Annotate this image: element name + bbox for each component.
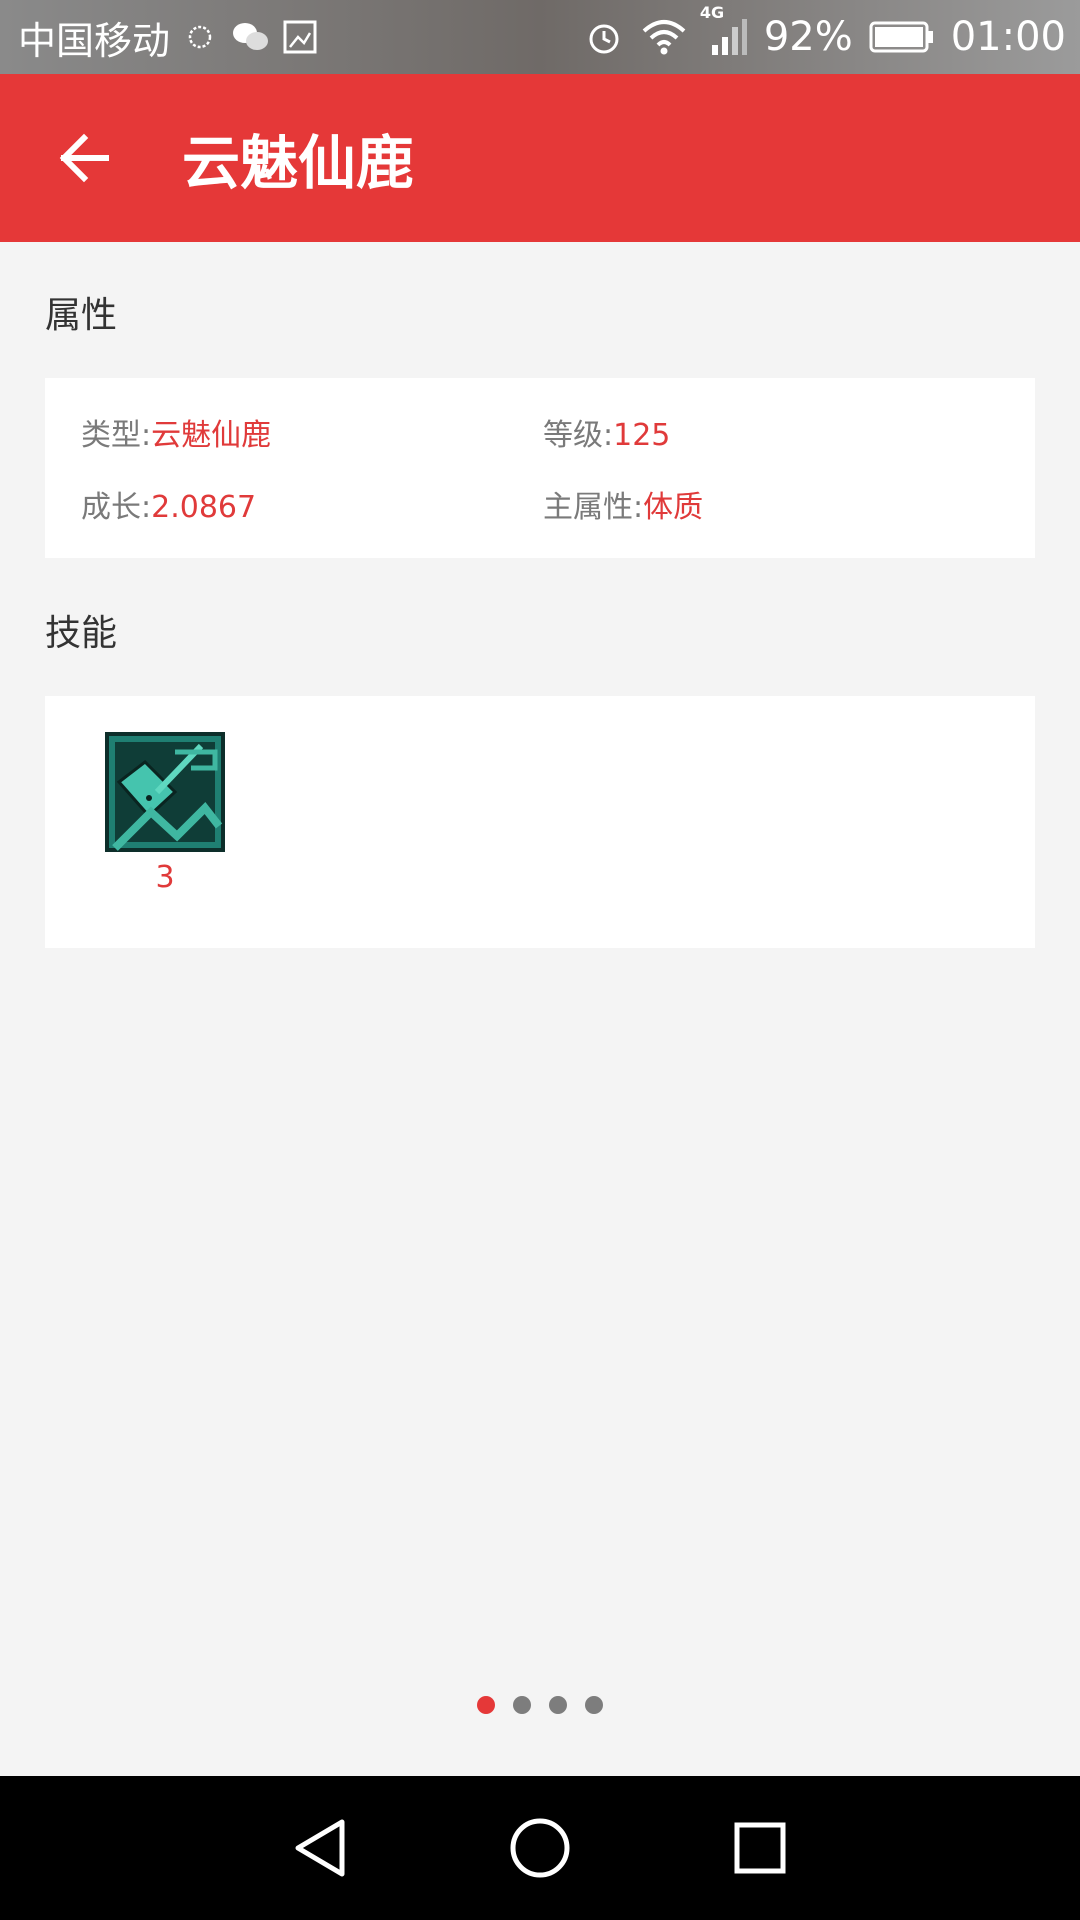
back-button[interactable] <box>36 110 132 206</box>
growth-value: 2.0867 <box>151 490 257 525</box>
app-bar: 云魅仙鹿 <box>0 74 1080 242</box>
alarm-icon <box>584 17 624 57</box>
main-attribute-label: 主属性: <box>543 490 644 525</box>
page-dot-3[interactable] <box>549 1696 567 1714</box>
page-dot-1[interactable] <box>477 1696 495 1714</box>
attributes-section-title: 属性 <box>45 295 118 336</box>
arrow-left-icon <box>59 133 109 183</box>
battery-icon <box>869 20 935 54</box>
nav-recents-button[interactable] <box>720 1808 800 1888</box>
growth-row: 成长:2.0867 <box>81 482 256 526</box>
clock: 01:00 <box>950 14 1066 60</box>
battery-percent: 92% <box>763 14 853 60</box>
wifi-icon <box>640 17 688 57</box>
attributes-card: 类型:云魅仙鹿 等级:125 成长:2.0867 主属性:体质 <box>45 378 1035 558</box>
circle-home-icon <box>510 1818 570 1878</box>
gallery-icon <box>282 19 318 55</box>
nav-home-button[interactable] <box>500 1808 580 1888</box>
main-attribute-row: 主属性:体质 <box>543 482 703 526</box>
navigation-bar <box>0 1776 1080 1920</box>
network-type: 4G <box>699 3 725 22</box>
page-indicator <box>0 1696 1080 1714</box>
skill-level: 3 <box>155 860 175 895</box>
skills-card: 3 <box>45 696 1035 948</box>
skills-section-title: 技能 <box>45 613 118 654</box>
level-row: 等级:125 <box>543 410 670 454</box>
skill-item[interactable]: 3 <box>105 732 225 895</box>
status-bar: 中国移动 4G 92% 01:00 <box>0 0 1080 74</box>
main-attribute-value: 体质 <box>643 490 704 525</box>
nav-back-button[interactable] <box>280 1808 360 1888</box>
type-label: 类型: <box>81 418 152 453</box>
page-dot-2[interactable] <box>513 1696 531 1714</box>
skill-icon <box>105 732 225 852</box>
page-title: 云魅仙鹿 <box>182 129 415 197</box>
type-value: 云魅仙鹿 <box>151 418 272 453</box>
level-value: 125 <box>613 418 671 453</box>
type-row: 类型:云魅仙鹿 <box>81 410 271 454</box>
square-recents-icon <box>734 1822 786 1874</box>
carrier-name: 中国移动 <box>18 18 171 63</box>
level-label: 等级: <box>543 418 614 453</box>
page-dot-4[interactable] <box>585 1696 603 1714</box>
triangle-back-icon <box>295 1819 345 1877</box>
growth-label: 成长: <box>81 490 152 525</box>
weather-icon <box>182 19 218 55</box>
signal-icon: 4G <box>700 3 748 57</box>
wechat-icon <box>230 19 270 55</box>
